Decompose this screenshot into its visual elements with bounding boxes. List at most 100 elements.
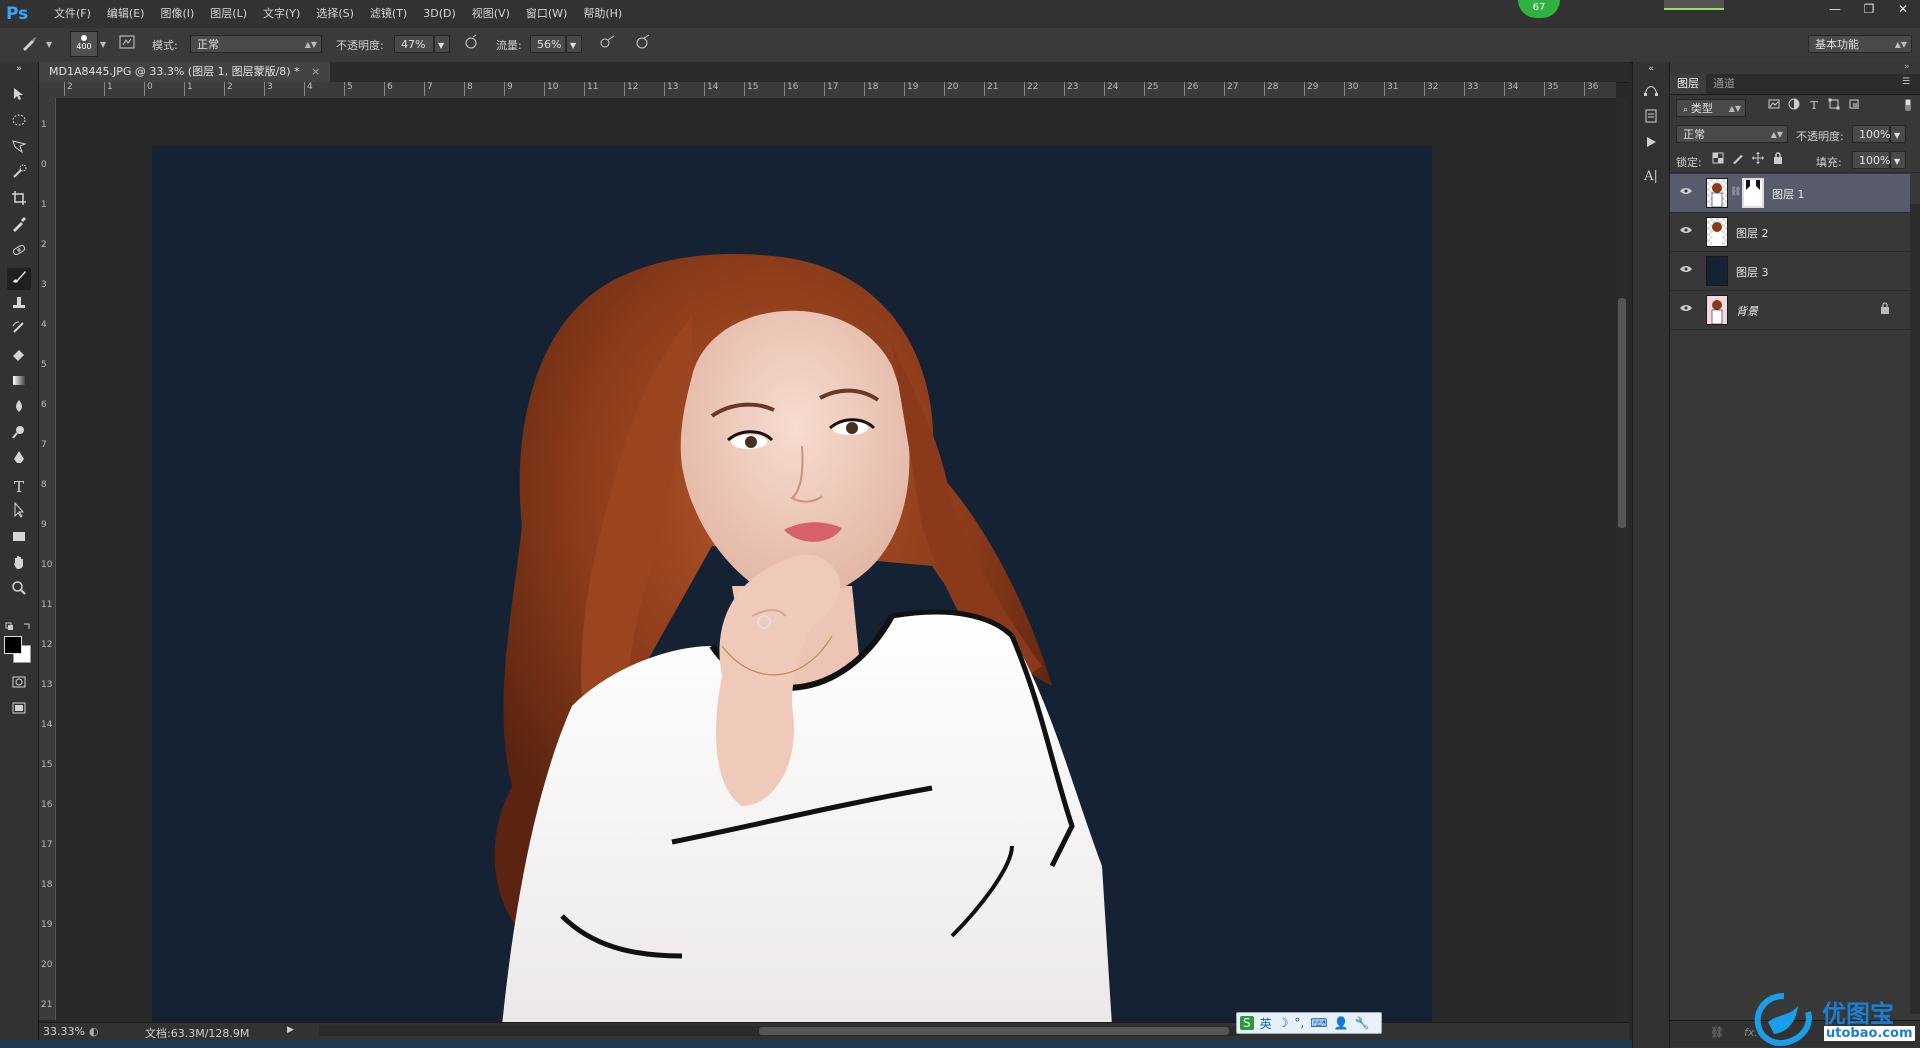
gradient-tool-icon[interactable] <box>7 372 31 394</box>
horizontal-scroll-thumb[interactable] <box>759 1027 1229 1035</box>
clone-stamp-tool-icon[interactable] <box>7 294 31 316</box>
menu-3d[interactable]: 3D(D) <box>415 0 464 28</box>
brush-panel-toggle-icon[interactable] <box>116 34 138 56</box>
airbrush-icon[interactable] <box>596 34 618 56</box>
visibility-eye-icon[interactable] <box>1678 224 1694 240</box>
visibility-eye-icon[interactable] <box>1678 263 1694 279</box>
lock-position-icon[interactable] <box>1750 152 1766 168</box>
ruler-corner[interactable] <box>39 82 56 98</box>
brush-chevron-icon[interactable]: ▼ <box>100 40 106 49</box>
layer-name[interactable]: 图层 2 <box>1736 225 1769 241</box>
mask-link-icon[interactable]: ⛓ <box>1730 187 1741 199</box>
menu-image[interactable]: 图像(I) <box>152 0 202 28</box>
fill-input[interactable]: 100% <box>1852 151 1890 169</box>
toolbar-collapse-icon[interactable]: » <box>7 64 31 74</box>
blur-tool-icon[interactable] <box>7 398 31 420</box>
eyedropper-tool-icon[interactable] <box>7 216 31 238</box>
eraser-tool-icon[interactable] <box>7 346 31 368</box>
performance-badge[interactable]: 67 <box>1518 0 1560 18</box>
brush-size-picker[interactable]: 400 <box>70 31 98 57</box>
menu-window[interactable]: 窗口(W) <box>518 0 575 28</box>
opacity-input[interactable]: 47% <box>394 35 434 53</box>
quick-mask-icon[interactable] <box>7 674 31 696</box>
layer-name[interactable]: 图层 1 <box>1772 186 1805 202</box>
tab-channels[interactable]: 通道 <box>1706 74 1742 94</box>
ime-toolbar[interactable]: S 英 ☽ °, ⌨ 👤 🔧 <box>1236 1012 1382 1034</box>
flow-dropdown-button[interactable]: ▼ <box>566 35 582 53</box>
blend-mode-dropdown[interactable]: 正常 ▲▼ <box>1676 125 1788 143</box>
history-brush-tool-icon[interactable] <box>7 320 31 342</box>
menu-view[interactable]: 视图(V) <box>464 0 518 28</box>
panel-menu-icon[interactable]: ☰ <box>1902 77 1910 87</box>
vertical-ruler[interactable]: 1 0 1 2 3 4 5 6 7 8 9 10 11 12 13 14 15 16 17 18 19 20 21 <box>39 98 56 1020</box>
rectangle-tool-icon[interactable] <box>7 528 31 550</box>
menu-edit[interactable]: 编辑(E) <box>99 0 153 28</box>
restore-button[interactable]: ❐ <box>1852 0 1886 18</box>
pen-tool-icon[interactable] <box>7 450 31 472</box>
menu-filter[interactable]: 滤镜(T) <box>362 0 415 28</box>
dodge-tool-icon[interactable] <box>7 424 31 446</box>
layer-filter-kind-dropdown[interactable]: ⌕ 类型 ▲▼ <box>1676 99 1746 117</box>
menu-select[interactable]: 选择(S) <box>308 0 362 28</box>
foreground-color-swatch[interactable] <box>4 636 22 654</box>
crop-tool-icon[interactable] <box>7 190 31 212</box>
link-layers-icon[interactable]: ⛓ <box>1710 1026 1724 1039</box>
layer-row-layer-1[interactable]: ⛓ 图层 1 <box>1670 174 1910 213</box>
visibility-eye-icon[interactable] <box>1678 185 1694 201</box>
marquee-tool-icon[interactable] <box>7 112 31 134</box>
ime-moon-icon[interactable]: ☽ <box>1278 1016 1289 1030</box>
pressure-size-icon[interactable] <box>632 34 654 56</box>
dock-collapse-icon[interactable]: « <box>1639 64 1663 74</box>
document-tab[interactable]: MD1A8445.JPG @ 33.3% (图层 1, 图层蒙版/8) * × <box>39 62 331 82</box>
visibility-eye-icon[interactable] <box>1678 302 1694 318</box>
type-tool-icon[interactable]: T <box>7 476 31 498</box>
lock-pixels-icon[interactable] <box>1730 152 1746 168</box>
default-colors-icon[interactable] <box>4 622 34 632</box>
vertical-scroll-thumb[interactable] <box>1618 298 1626 528</box>
filter-toggle-icon[interactable] <box>1900 98 1916 114</box>
status-icon[interactable]: ◐ <box>89 1025 99 1038</box>
layer-thumbnail[interactable] <box>1706 217 1728 247</box>
character-panel-icon[interactable]: A| <box>1639 166 1663 188</box>
paths-panel-icon[interactable] <box>1639 82 1663 104</box>
filter-pixel-icon[interactable] <box>1766 98 1782 114</box>
close-button[interactable]: ✕ <box>1886 0 1920 18</box>
filter-smart-object-icon[interactable] <box>1846 98 1862 114</box>
lock-transparency-icon[interactable] <box>1710 152 1726 168</box>
menu-help[interactable]: 帮助(H) <box>575 0 630 28</box>
zoom-tool-icon[interactable] <box>7 580 31 602</box>
layer-name[interactable]: 背景 <box>1736 303 1758 319</box>
workspace-switcher[interactable]: 基本功能 ▲▼ <box>1808 35 1912 53</box>
layer-thumbnail[interactable] <box>1706 295 1728 325</box>
document-tab-close-icon[interactable]: × <box>311 65 320 78</box>
ime-settings-icon[interactable]: 🔧 <box>1355 1016 1370 1030</box>
filter-adjustment-icon[interactable] <box>1786 98 1802 114</box>
history-panel-icon[interactable] <box>1639 108 1663 130</box>
layer-opacity-input[interactable]: 100% <box>1852 125 1890 143</box>
layer-row-layer-3[interactable]: 图层 3 <box>1670 252 1910 291</box>
lock-all-icon[interactable] <box>1770 152 1786 168</box>
move-tool-icon[interactable] <box>7 86 31 108</box>
layer-mask-thumbnail[interactable] <box>1742 178 1764 208</box>
pressure-opacity-icon[interactable] <box>460 34 482 56</box>
lasso-tool-icon[interactable] <box>7 138 31 160</box>
panel-collapse-icon[interactable]: » <box>1904 62 1910 72</box>
ime-language[interactable]: 英 <box>1260 1015 1272 1032</box>
healing-brush-tool-icon[interactable] <box>7 242 31 264</box>
document-canvas[interactable] <box>152 146 1432 1022</box>
fill-dropdown-button[interactable]: ▼ <box>1890 151 1906 169</box>
layer-thumbnail[interactable] <box>1706 256 1728 286</box>
menu-file[interactable]: 文件(F) <box>46 0 99 28</box>
menu-layer[interactable]: 图层(L) <box>202 0 255 28</box>
ime-user-icon[interactable]: 👤 <box>1334 1016 1349 1030</box>
horizontal-scrollbar[interactable] <box>319 1026 1239 1036</box>
brush-tool-preset-icon[interactable] <box>18 34 40 56</box>
layer-row-layer-2[interactable]: 图层 2 <box>1670 213 1910 252</box>
layer-opacity-dropdown-button[interactable]: ▼ <box>1890 125 1906 143</box>
filter-type-icon[interactable]: T <box>1806 98 1822 114</box>
menu-type[interactable]: 文字(Y) <box>255 0 308 28</box>
canvas-workspace[interactable] <box>56 98 1616 1022</box>
status-menu-arrow-icon[interactable]: ▶ <box>287 1025 294 1035</box>
vertical-scrollbar[interactable] <box>1616 98 1628 1022</box>
screen-mode-icon[interactable] <box>7 700 31 722</box>
